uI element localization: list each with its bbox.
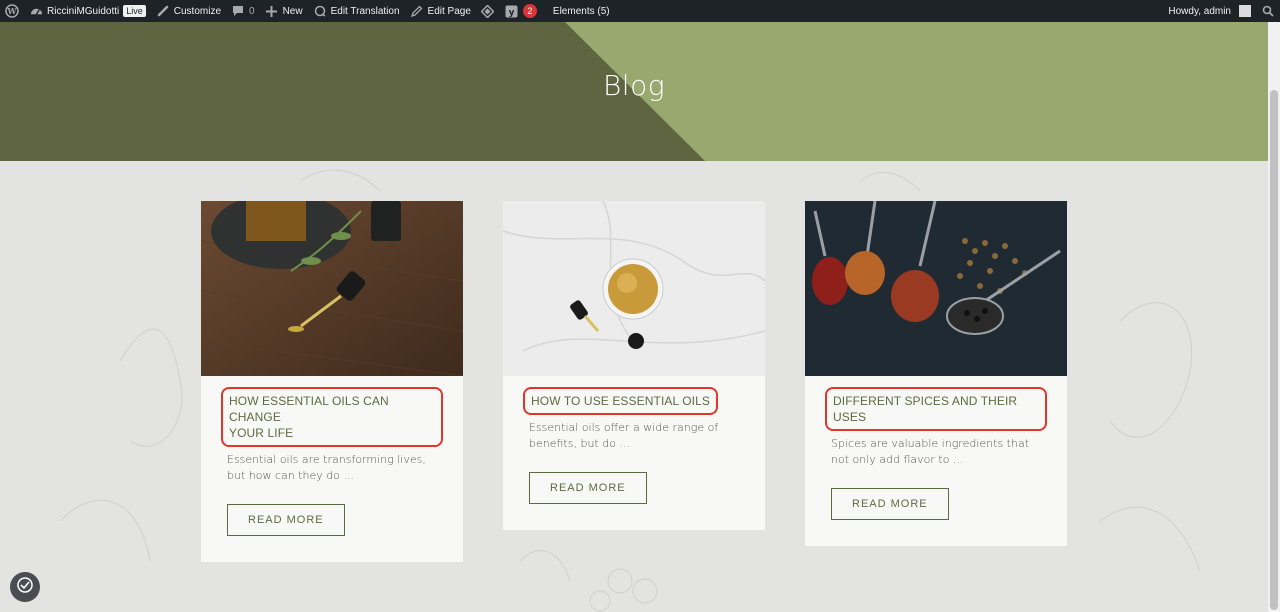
avatar: [1239, 5, 1251, 17]
plus-icon: [265, 4, 279, 18]
theme-builder-link[interactable]: [476, 0, 500, 22]
post-title-line: HOW TO USE ESSENTIAL OILS: [531, 394, 710, 408]
comments-count: 0: [249, 5, 255, 17]
elements-label: Elements (5): [552, 5, 610, 17]
svg-text:y: y: [509, 8, 515, 18]
read-more-button[interactable]: READ MORE: [529, 472, 647, 504]
post-title-line: YOUR LIFE: [229, 426, 294, 440]
yoast-icon: y: [505, 4, 519, 18]
post-excerpt: Spices are valuable ingredients that not…: [831, 437, 1030, 466]
account-menu[interactable]: Howdy, admin: [1163, 0, 1256, 22]
svg-text:W: W: [7, 6, 18, 16]
post-thumbnail-essential-oils[interactable]: [201, 201, 463, 376]
post-title-link[interactable]: HOW ESSENTIAL OILS CAN CHANGE YOUR LIFE: [221, 387, 443, 447]
page-scrollbar[interactable]: [1268, 22, 1280, 612]
post-excerpt: Essential oils offer a wide range of ben…: [529, 421, 719, 450]
pencil-icon: [410, 4, 424, 18]
edit-translation-label: Edit Translation: [330, 5, 400, 17]
spice-spoons-image: [805, 201, 1067, 376]
diamond-icon: [481, 4, 495, 18]
comments-link[interactable]: 0: [226, 0, 260, 22]
post-title-line: HOW ESSENTIAL OILS CAN CHANGE: [229, 394, 389, 424]
post-title-link[interactable]: DIFFERENT SPICES AND THEIR USES: [825, 387, 1047, 431]
post-thumbnail-spices[interactable]: [805, 201, 1067, 376]
customize-label: Customize: [173, 5, 222, 17]
new-label: New: [282, 5, 303, 17]
admin-bar: W RicciniMGuidotti Live Customize 0 New …: [0, 0, 1280, 22]
yoast-count-badge: 2: [522, 4, 537, 18]
edit-page-label: Edit Page: [427, 5, 471, 17]
blog-card-2: HOW TO USE ESSENTIAL OILS Essential oils…: [503, 201, 765, 530]
blog-card-3: DIFFERENT SPICES AND THEIR USES Spices a…: [805, 201, 1067, 546]
scrollbar-thumb[interactable]: [1270, 90, 1278, 610]
comment-icon: [231, 4, 245, 18]
post-excerpt: Essential oils are transforming lives, b…: [227, 453, 426, 482]
new-content-link[interactable]: New: [260, 0, 308, 22]
post-title-line: DIFFERENT SPICES AND THEIR USES: [833, 394, 1018, 424]
paintbrush-icon: [156, 4, 170, 18]
post-title-link[interactable]: HOW TO USE ESSENTIAL OILS: [523, 387, 718, 415]
search-icon: [1261, 4, 1275, 18]
elements-link[interactable]: Elements (5): [548, 0, 615, 22]
cookie-preferences-button[interactable]: [10, 572, 40, 602]
customize-link[interactable]: Customize: [151, 0, 226, 22]
live-badge: Live: [123, 5, 146, 17]
yoast-seo-link[interactable]: y 2: [500, 0, 542, 22]
site-name: RicciniMGuidotti: [47, 5, 120, 17]
oil-glass-marble-image: [503, 201, 765, 376]
blog-card-1: HOW ESSENTIAL OILS CAN CHANGE YOUR LIFE …: [201, 201, 463, 562]
page-header-banner: Blog: [0, 22, 1268, 161]
wordpress-logo-button[interactable]: W: [0, 0, 24, 22]
blog-posts-section: HOW ESSENTIAL OILS CAN CHANGE YOUR LIFE …: [0, 161, 1268, 612]
edit-translation-link[interactable]: Edit Translation: [308, 0, 405, 22]
read-more-button[interactable]: READ MORE: [227, 504, 345, 536]
oil-dropper-image: [201, 201, 463, 376]
cookie-settings-icon: [16, 576, 34, 599]
edit-page-link[interactable]: Edit Page: [405, 0, 476, 22]
post-thumbnail-use-oils[interactable]: [503, 201, 765, 376]
wordpress-icon: W: [5, 4, 19, 18]
site-name-link[interactable]: RicciniMGuidotti Live: [24, 0, 151, 22]
dashboard-icon: [29, 4, 43, 18]
read-more-button[interactable]: READ MORE: [831, 488, 949, 520]
howdy-label: Howdy, admin: [1168, 5, 1231, 17]
page-title: Blog: [602, 69, 666, 102]
search-button[interactable]: [1256, 0, 1280, 22]
translation-icon: [313, 4, 327, 18]
